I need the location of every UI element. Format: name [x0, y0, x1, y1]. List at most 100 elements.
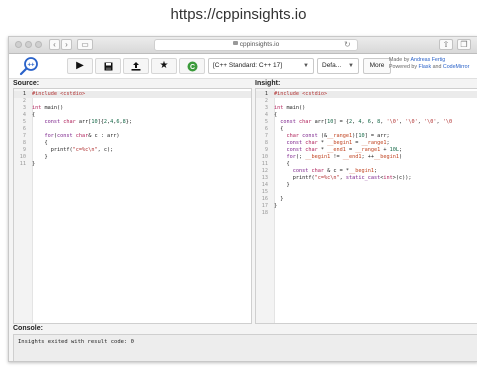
options-select[interactable]: Defa... ▼ — [317, 58, 359, 74]
author-link[interactable]: Andreas Fertig — [411, 57, 446, 63]
minimize-window-button[interactable] — [25, 41, 32, 48]
code-token: __end1 — [342, 154, 362, 160]
cpp-insights-logo-icon[interactable]: ++ — [19, 56, 39, 76]
reload-icon[interactable]: ↻ — [344, 40, 351, 49]
code-token: '\0 — [442, 119, 453, 125]
code-token: >(c)); — [392, 175, 412, 181]
source-code-line[interactable]: 3 int main() — [14, 105, 251, 112]
flask-link[interactable]: Flask — [418, 64, 431, 70]
insight-code-line[interactable]: 16 } — [256, 196, 477, 203]
play-icon: ▶ — [76, 60, 84, 71]
insight-code-line[interactable]: 3 int main() — [256, 105, 477, 112]
line-number: 4 — [264, 112, 268, 118]
code-token: }; — [125, 119, 132, 125]
share-page-button[interactable]: ⇧ — [439, 39, 453, 50]
sidebar-icon: ▭ — [81, 40, 89, 49]
insight-code-line[interactable]: 13 printf("c=%c\n", static_cast<int>(c))… — [256, 175, 477, 182]
code-token: __begin1 — [327, 140, 353, 146]
favorite-button[interactable]: ★ — [151, 58, 177, 74]
more-button[interactable]: More — [363, 58, 391, 74]
source-code-line[interactable]: 5 const char arr[10]{2,4,6,8}; — [14, 119, 251, 126]
code-token: * — [317, 147, 328, 153]
address-bar[interactable]: cppinsights.io — [154, 39, 358, 51]
code-token: } — [32, 154, 48, 160]
code-token: } — [274, 203, 278, 209]
close-window-button[interactable] — [15, 41, 22, 48]
source-code-line[interactable]: 4{ — [14, 112, 251, 119]
code-token: { — [274, 161, 290, 167]
line-number: 1 — [264, 91, 268, 97]
cppreference-button[interactable]: C — [179, 58, 205, 74]
zoom-window-button[interactable] — [35, 41, 42, 48]
insight-code-line[interactable]: 1 #include <cstdio> — [256, 91, 477, 98]
line-number: 5 — [22, 119, 26, 125]
share-button[interactable] — [123, 58, 149, 74]
svg-text:C: C — [189, 64, 194, 71]
code-token: __range1 — [355, 147, 381, 153]
insight-code-line[interactable]: 6 { — [256, 126, 477, 133]
code-token: = — [345, 147, 356, 153]
code-token: ; ++ — [361, 154, 375, 160]
code-token: char — [305, 140, 318, 146]
options-select-value: Defa... — [322, 62, 342, 69]
tabs-icon: ❐ — [460, 40, 468, 49]
code-token: #include <cstdio> — [32, 91, 86, 97]
code-token: int — [383, 175, 393, 181]
insight-code-line[interactable]: 8 const char * __begin1 = __range1; — [256, 140, 477, 147]
source-code-line[interactable]: 8 { — [14, 140, 251, 147]
insight-code-line[interactable]: 15 — [256, 189, 477, 196]
insight-code-line[interactable]: 5 const char arr[10] = {2, 4, 6, 8, '\0'… — [256, 119, 477, 126]
insight-code-line[interactable]: 18 — [256, 210, 477, 217]
codemirror-link[interactable]: CodeMirror — [443, 64, 470, 70]
sidebar-toggle-button[interactable]: ▭ — [77, 39, 93, 50]
code-token: char — [75, 133, 89, 139]
cpp-standard-select[interactable]: [C++ Standard: C++ 17] ▼ — [208, 58, 314, 74]
source-code-line[interactable]: 7 for(const char& c : arr) — [14, 133, 251, 140]
code-token: * — [317, 140, 328, 146]
tabs-button[interactable]: ❐ — [457, 39, 471, 50]
insight-editor[interactable]: 1 #include <cstdio> 2 3 int main() 4{5 const … — [255, 88, 477, 324]
forward-button[interactable]: › — [61, 39, 72, 50]
code-token: { — [274, 112, 278, 118]
insight-code-line[interactable]: 17} — [256, 203, 477, 210]
save-button[interactable] — [95, 58, 121, 74]
code-token: __begin1 — [305, 154, 331, 160]
source-code-line[interactable]: 6 — [14, 126, 251, 133]
insight-code-line[interactable]: 11 { — [256, 161, 477, 168]
chevron-right-icon: › — [65, 40, 68, 49]
insight-code-line[interactable]: 4{ — [256, 112, 477, 119]
run-button[interactable]: ▶ — [67, 58, 93, 74]
code-token: ] = arr; — [364, 133, 390, 139]
source-code-line[interactable]: 9 printf("c=%c\n", c); — [14, 147, 251, 154]
cppreference-icon: C — [187, 61, 197, 72]
line-number: 9 — [264, 147, 268, 153]
code-token: { — [32, 140, 48, 146]
insight-code-line[interactable]: 9 const char * __end1 = __range1 + 10L; — [256, 147, 477, 154]
cpp-standard-value: [C++ Standard: C++ 17] — [213, 62, 283, 69]
insight-code-line[interactable]: 10 for(; __begin1 != __end1; ++__begin1) — [256, 154, 477, 161]
source-editor[interactable]: 1 #include <cstdio> 2 3 int main() 4{5 const … — [13, 88, 252, 324]
line-number: 2 — [22, 98, 26, 104]
source-code-line[interactable]: 10 } — [14, 154, 251, 161]
svg-text:++: ++ — [27, 63, 35, 69]
insight-label: Insight: — [255, 80, 281, 87]
code-token: 10L — [389, 147, 399, 153]
line-number: 7 — [264, 133, 268, 139]
code-token: & c = * — [324, 168, 349, 174]
code-token: ; — [374, 168, 378, 174]
share-icon: ⇧ — [442, 40, 450, 49]
line-number: 9 — [22, 147, 26, 153]
insight-code-line[interactable]: 2 — [256, 98, 477, 105]
line-number: 8 — [264, 140, 268, 146]
insight-code-line[interactable]: 14 } — [256, 182, 477, 189]
code-token: ; — [399, 147, 403, 153]
insight-code-line[interactable]: 12 const char & c = *__begin1; — [256, 168, 477, 175]
insight-code-line[interactable]: 7 char const (&__range1)[10] = arr; — [256, 133, 477, 140]
floppy-icon — [104, 62, 112, 71]
source-code-line[interactable]: 1 #include <cstdio> — [14, 91, 251, 98]
source-code-line[interactable]: 11} — [14, 161, 251, 168]
back-button[interactable]: ‹ — [49, 39, 60, 50]
source-code-line[interactable]: 2 — [14, 98, 251, 105]
